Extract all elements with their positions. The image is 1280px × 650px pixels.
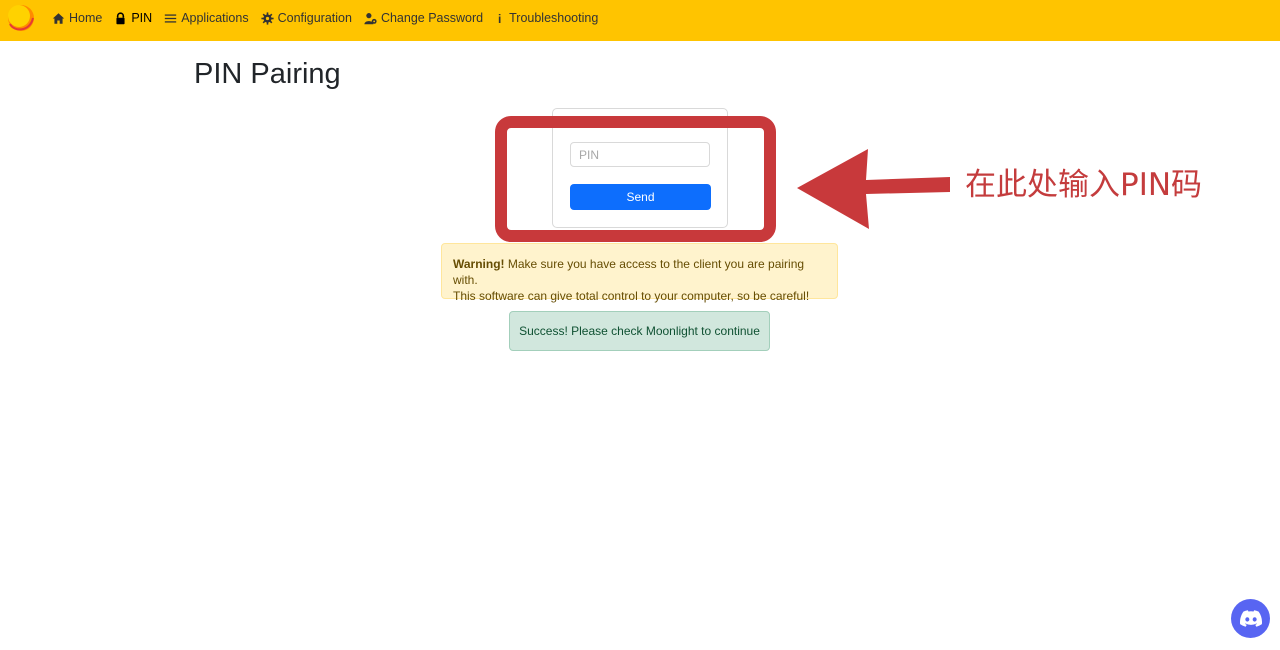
warning-label: Warning! [453, 257, 505, 271]
nav-pin[interactable]: PIN [114, 0, 152, 36]
list-icon [164, 12, 177, 25]
sunshine-logo-icon[interactable] [4, 2, 36, 34]
warning-alert: Warning! Make sure you have access to th… [441, 243, 838, 303]
warning-line-1: Make sure you have access to the client … [453, 257, 805, 287]
home-icon [52, 12, 65, 25]
gear-icon [261, 11, 274, 25]
top-navbar: Home PIN Applications Configuration Chan… [0, 0, 1280, 41]
nav-home[interactable]: Home [52, 0, 102, 36]
annotation-arrow-icon [797, 149, 950, 229]
user-gear-icon [364, 12, 377, 25]
nav-change-password-label: Change Password [380, 11, 484, 25]
lock-icon [114, 11, 127, 25]
discord-icon [1239, 610, 1262, 627]
nav-applications[interactable]: Applications [164, 0, 249, 36]
discord-button[interactable] [1231, 599, 1270, 638]
info-icon: i [497, 11, 502, 26]
nav-change-password[interactable]: Change Password [364, 0, 483, 36]
success-alert: Success! Please check Moonlight to conti… [509, 311, 770, 351]
page-title: PIN Pairing [194, 58, 341, 90]
annotation-text: 在此处输入PIN码 [965, 167, 1203, 203]
nav-applications-label: Applications [181, 11, 249, 25]
send-button[interactable]: Send [570, 184, 711, 210]
main-nav: Home PIN Applications Configuration Chan… [52, 0, 610, 36]
nav-pin-label: PIN [131, 11, 153, 25]
nav-configuration-label: Configuration [277, 11, 352, 25]
nav-home-label: Home [69, 11, 103, 25]
warning-line-2: This software can give total control to … [453, 289, 810, 303]
nav-configuration[interactable]: Configuration [261, 0, 352, 36]
nav-troubleshooting-label: Troubleshooting [509, 11, 599, 25]
pin-input[interactable] [570, 142, 710, 167]
nav-troubleshooting[interactable]: i Troubleshooting [495, 0, 598, 36]
pin-form-card: Send [552, 108, 728, 228]
